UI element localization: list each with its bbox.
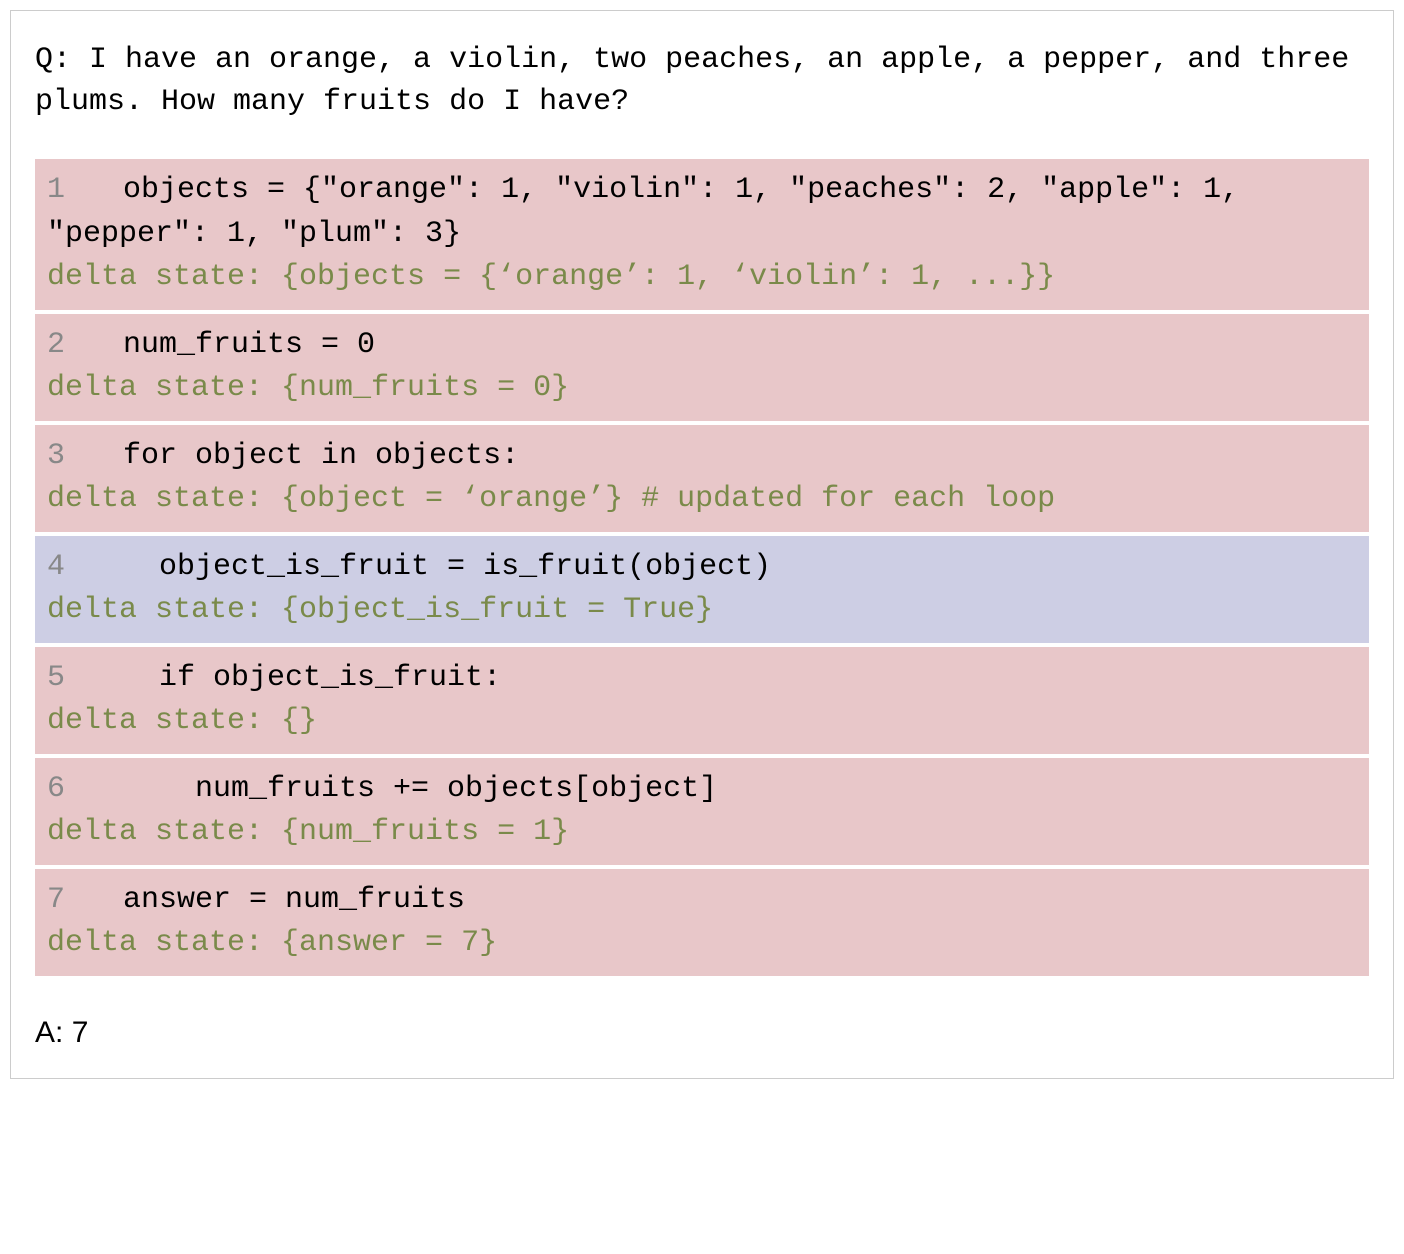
line-number: 7 — [47, 879, 87, 923]
code-line: 3 for object in objects: — [47, 435, 1357, 479]
code-text: for object in objects: — [87, 439, 519, 473]
code-line: 6 num_fruits += objects[object] — [47, 768, 1357, 812]
answer-label: A: — [35, 1016, 72, 1049]
code-line: 4 object_is_fruit = is_fruit(object) — [47, 546, 1357, 590]
code-block-5: 5 if object_is_fruit:delta state: {} — [35, 647, 1369, 754]
delta-state: delta state: {object_is_fruit = True} — [47, 589, 1357, 633]
code-block-1: 1 objects = {"orange": 1, "violin": 1, "… — [35, 159, 1369, 310]
line-number: 2 — [47, 324, 87, 368]
code-line: 1 objects = {"orange": 1, "violin": 1, "… — [47, 169, 1357, 256]
delta-state: delta state: {answer = 7} — [47, 922, 1357, 966]
delta-state: delta state: {objects = {‘orange’: 1, ‘v… — [47, 256, 1357, 300]
code-block-7: 7 answer = num_fruitsdelta state: {answe… — [35, 869, 1369, 976]
code-text: num_fruits += objects[object] — [87, 772, 717, 806]
delta-state: delta state: {} — [47, 700, 1357, 744]
line-number: 6 — [47, 768, 87, 812]
code-text: answer = num_fruits — [87, 883, 465, 917]
delta-state: delta state: {num_fruits = 1} — [47, 811, 1357, 855]
answer-line: A: 7 — [35, 1016, 1369, 1050]
code-text: objects = {"orange": 1, "violin": 1, "pe… — [47, 173, 1257, 251]
line-number: 3 — [47, 435, 87, 479]
answer-value: 7 — [72, 1016, 89, 1049]
code-text: num_fruits = 0 — [87, 328, 375, 362]
question-text: Q: I have an orange, a violin, two peach… — [35, 39, 1369, 123]
code-text: if object_is_fruit: — [87, 661, 501, 695]
delta-state: delta state: {num_fruits = 0} — [47, 367, 1357, 411]
delta-state: delta state: {object = ‘orange’} # updat… — [47, 478, 1357, 522]
code-line: 2 num_fruits = 0 — [47, 324, 1357, 368]
code-block-4: 4 object_is_fruit = is_fruit(object)delt… — [35, 536, 1369, 643]
code-block-3: 3 for object in objects:delta state: {ob… — [35, 425, 1369, 532]
code-line: 7 answer = num_fruits — [47, 879, 1357, 923]
code-block-6: 6 num_fruits += objects[object]delta sta… — [35, 758, 1369, 865]
line-number: 4 — [47, 546, 87, 590]
code-block-2: 2 num_fruits = 0delta state: {num_fruits… — [35, 314, 1369, 421]
line-number: 5 — [47, 657, 87, 701]
code-blocks-list: 1 objects = {"orange": 1, "violin": 1, "… — [35, 159, 1369, 976]
example-container: Q: I have an orange, a violin, two peach… — [10, 10, 1394, 1079]
code-line: 5 if object_is_fruit: — [47, 657, 1357, 701]
line-number: 1 — [47, 169, 87, 213]
code-text: object_is_fruit = is_fruit(object) — [87, 550, 771, 584]
